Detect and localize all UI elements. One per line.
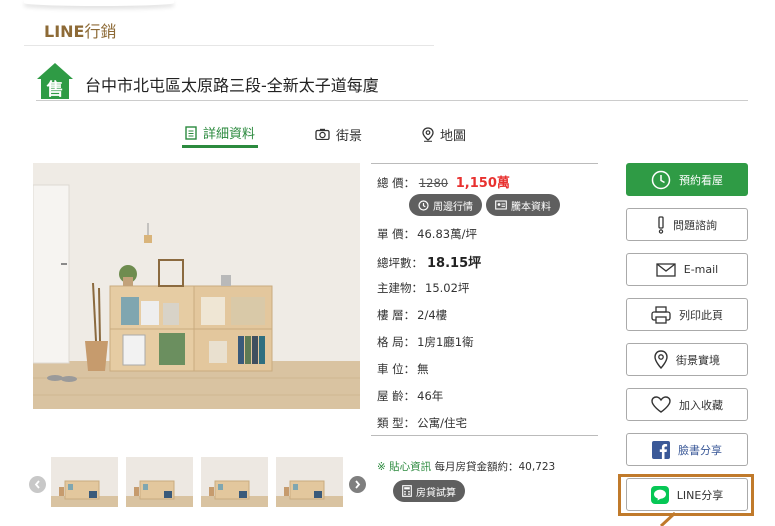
floor-value: 2/4樓 <box>417 308 448 322</box>
property-header: 售 台中市北屯區太原路三段-全新太子道每廈 <box>36 60 748 101</box>
market-price-label: 周邊行情 <box>433 201 473 213</box>
layout-value: 1房1廳1衛 <box>417 335 474 349</box>
section-header: LINE行銷 <box>24 8 434 46</box>
thumbnail-2[interactable] <box>126 457 193 507</box>
mortgage-info: ※ 貼心資訊 每月房貸金額約：40,723 <box>377 459 555 474</box>
thumbnail-prev-arrow[interactable] <box>29 476 46 493</box>
section-title-latin: LINE <box>44 22 85 41</box>
title-records-button[interactable]: 騰本資料 <box>486 194 560 216</box>
section-title: LINE行銷 <box>44 18 116 42</box>
parking-value: 無 <box>417 362 429 376</box>
thumbnail-4[interactable] <box>276 457 343 507</box>
unit-price-label: 單 價： <box>377 227 416 241</box>
unit-price-value: 46.83萬/坪 <box>417 227 477 241</box>
tab-details-label: 詳細資料 <box>203 127 256 142</box>
email-button[interactable]: E-mail <box>626 253 748 286</box>
add-favorite-label: 加入收藏 <box>679 398 723 412</box>
total-price-row: 總 價： 1280 1,150萬 <box>377 172 510 191</box>
id-card-icon <box>495 200 507 210</box>
clock-icon <box>418 199 429 211</box>
inquiry-label: 問題諮詢 <box>673 218 717 232</box>
book-viewing-button[interactable]: 預約看屋 <box>626 163 748 196</box>
tab-map[interactable]: 地圖 <box>422 120 466 148</box>
property-title: 台中市北屯區太原路三段-全新太子道每廈 <box>85 76 379 95</box>
facebook-share-label: 臉書分享 <box>678 443 722 457</box>
street-view-label: 街景實境 <box>676 353 720 367</box>
unit-price-row: 單 價： 46.83萬/坪 <box>377 226 477 242</box>
type-value: 公寓/住宅 <box>417 416 468 430</box>
printer-icon <box>651 305 671 324</box>
clock-icon <box>651 170 671 189</box>
tab-details[interactable]: 詳細資料 <box>182 120 259 148</box>
tab-street-view-label: 街景 <box>336 128 363 144</box>
heart-icon <box>651 396 671 413</box>
total-area-value: 18.15坪 <box>427 256 482 271</box>
exclamation-icon <box>658 215 664 234</box>
line-share-highlight <box>618 474 754 516</box>
tab-map-label: 地圖 <box>440 128 467 144</box>
book-viewing-label: 預約看屋 <box>679 173 723 187</box>
thumbnail-image <box>51 457 118 507</box>
main-building-value: 15.02坪 <box>425 281 470 295</box>
parking-row: 車 位：無 <box>377 361 429 377</box>
facebook-icon <box>652 440 670 459</box>
map-pin-icon <box>654 349 668 369</box>
total-price-label: 總 價： <box>377 176 416 190</box>
street-view-button[interactable]: 街景實境 <box>626 343 748 376</box>
tip-label: 貼心資訊 <box>389 461 432 473</box>
chevron-left-icon <box>34 480 40 489</box>
tab-street-view[interactable]: 街景 <box>315 120 362 148</box>
original-price: 1280 <box>418 176 449 190</box>
calculator-icon <box>402 485 412 497</box>
layout-row: 格 局： 1房1廳1衛 <box>377 334 474 350</box>
total-area-label: 總坪數： <box>377 256 423 270</box>
add-favorite-button[interactable]: 加入收藏 <box>626 388 748 421</box>
floor-label: 樓 層： <box>377 308 416 322</box>
total-area-row: 總坪數： 18.15坪 <box>377 252 481 271</box>
camera-icon <box>315 128 330 140</box>
title-records-label: 騰本資料 <box>511 201 551 213</box>
age-label: 屋 齡： <box>377 389 416 403</box>
thumbnail-image <box>201 457 268 507</box>
chevron-right-icon <box>355 480 361 489</box>
floor-row: 樓 層： 2/4樓 <box>377 307 447 323</box>
map-pin-icon <box>422 126 434 142</box>
thumbnail-next-arrow[interactable] <box>349 476 366 493</box>
layout-label: 格 局： <box>377 335 416 349</box>
mortgage-calculator-button[interactable]: 房貸試算 <box>393 480 465 502</box>
market-price-button[interactable]: 周邊行情 <box>409 194 482 216</box>
monthly-payment-text: 每月房貸金額約：40,723 <box>434 461 556 473</box>
mortgage-calculator-label: 房貸試算 <box>416 487 456 499</box>
for-sale-badge-text: 售 <box>47 79 64 100</box>
current-price: 1,150萬 <box>455 176 510 191</box>
thumbnail-image <box>276 457 343 507</box>
thumbnail-3[interactable] <box>201 457 268 507</box>
type-row: 類 型： 公寓/住宅 <box>377 415 467 431</box>
main-building-label: 主建物： <box>377 281 423 295</box>
thumbnail-strip <box>28 456 370 510</box>
property-details: 總 價： 1280 1,150萬 周邊行情 騰本資料 單 價： 46.83萬/坪 … <box>371 163 598 436</box>
thumbnail-1[interactable] <box>51 457 118 507</box>
age-value: 46年 <box>417 389 444 403</box>
for-sale-house-icon: 售 <box>37 63 73 100</box>
email-label: E-mail <box>683 263 719 276</box>
envelope-icon <box>656 262 676 277</box>
main-building-row: 主建物： 15.02坪 <box>377 280 469 296</box>
detail-tabs: 詳細資料 街景 地圖 <box>182 120 482 150</box>
document-icon <box>185 125 197 140</box>
parking-label: 車 位： <box>377 362 416 376</box>
section-shadow <box>24 0 174 6</box>
tip-icon: ※ <box>377 461 386 473</box>
print-button[interactable]: 列印此頁 <box>626 298 748 331</box>
section-title-cjk: 行銷 <box>84 22 117 41</box>
highlight-pointer-arrow <box>659 512 677 526</box>
property-photo[interactable] <box>33 163 360 409</box>
facebook-share-button[interactable]: 臉書分享 <box>626 433 748 466</box>
inquiry-button[interactable]: 問題諮詢 <box>626 208 748 241</box>
living-room-image <box>33 163 360 409</box>
age-row: 屋 齡： 46年 <box>377 388 443 404</box>
print-label: 列印此頁 <box>679 308 723 322</box>
type-label: 類 型： <box>377 416 416 430</box>
thumbnail-image <box>126 457 193 507</box>
